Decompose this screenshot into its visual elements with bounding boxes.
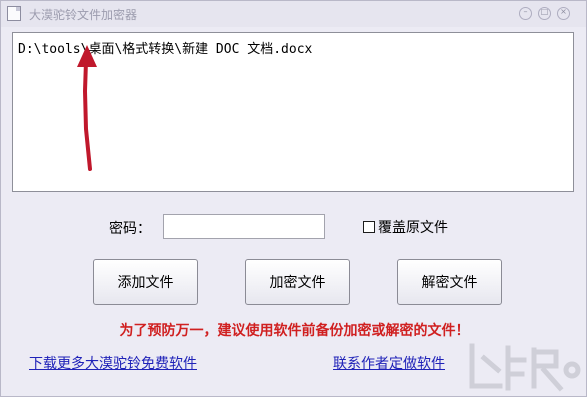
close-icon: × — [560, 7, 567, 16]
contact-author-link[interactable]: 联系作者定做软件 — [333, 353, 445, 373]
minimize-icon: – — [523, 7, 528, 16]
file-list-item[interactable]: D:\tools\桌面\格式转换\新建 DOC 文档.docx — [18, 38, 312, 57]
download-more-link[interactable]: 下载更多大漠驼铃免费软件 — [29, 353, 197, 373]
encrypt-file-button[interactable]: 加密文件 — [245, 259, 350, 305]
decrypt-file-button[interactable]: 解密文件 — [397, 259, 502, 305]
password-input[interactable] — [163, 214, 325, 239]
file-list[interactable]: D:\tools\桌面\格式转换\新建 DOC 文档.docx — [12, 32, 574, 192]
maximize-icon: □ — [540, 7, 549, 16]
app-icon — [7, 6, 21, 21]
overwrite-option[interactable]: 覆盖原文件 — [363, 217, 448, 237]
title-bar[interactable]: 大漠驼铃文件加密器 – □ × — [1, 1, 586, 27]
overwrite-label[interactable]: 覆盖原文件 — [378, 217, 448, 237]
watermark-logo — [469, 343, 581, 392]
minimize-button[interactable]: – — [519, 7, 532, 20]
overwrite-checkbox[interactable] — [363, 221, 375, 233]
app-window: 大漠驼铃文件加密器 – □ × D:\tools\桌面\格式转换\新建 DOC … — [0, 0, 587, 397]
window-title: 大漠驼铃文件加密器 — [29, 8, 138, 22]
backup-warning: 为了预防万一，建议使用软件前备份加密或解密的文件！ — [119, 323, 470, 339]
maximize-button[interactable]: □ — [538, 7, 551, 20]
close-button[interactable]: × — [557, 7, 570, 20]
password-label: 密码： — [109, 221, 151, 237]
add-file-button[interactable]: 添加文件 — [93, 259, 198, 305]
